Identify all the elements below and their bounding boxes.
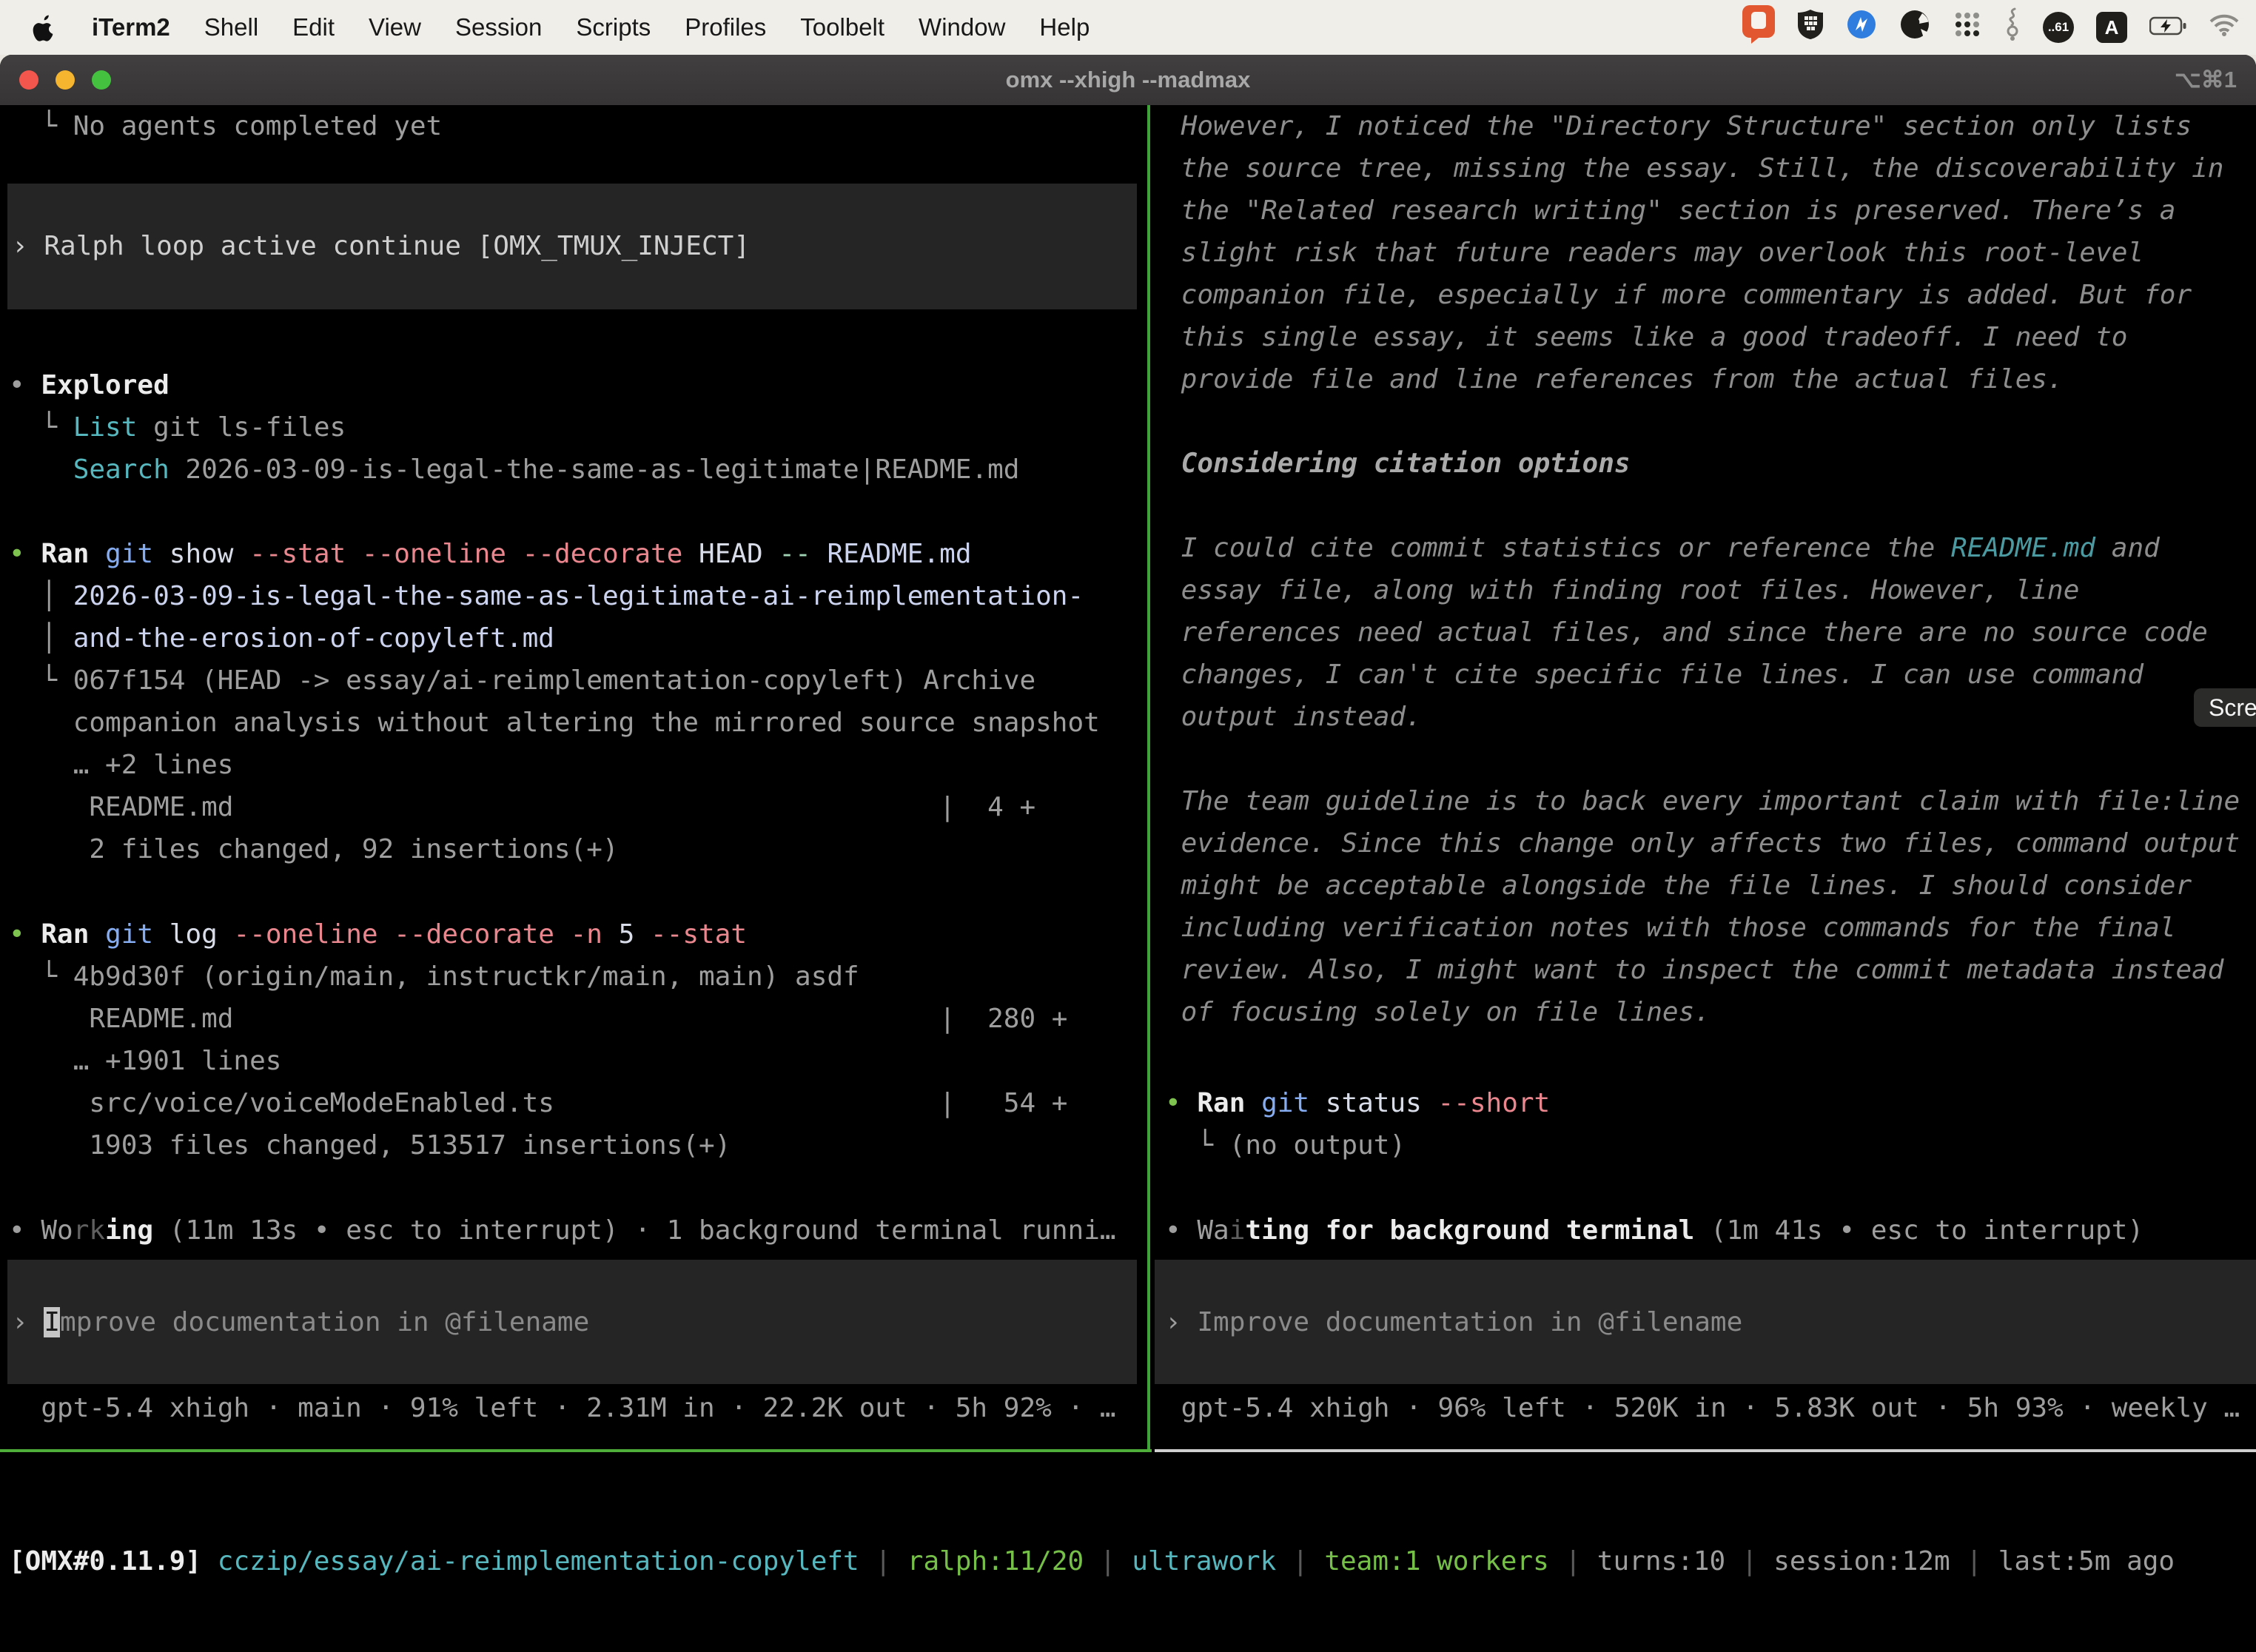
pie-circle-icon[interactable] — [1899, 9, 1930, 46]
terminal-line: references need actual files, and since … — [1165, 611, 2256, 654]
terminal-line: slight risk that future readers may over… — [1165, 232, 2256, 274]
no-agents-line: └ No agents completed yet — [0, 105, 1146, 147]
terminal-line: [OMX#0.11.9] cczip/essay/ai-reimplementa… — [9, 1540, 2256, 1582]
letter-a-badge-icon[interactable]: A — [2096, 12, 2127, 43]
terminal-line: The team guideline is to back every impo… — [1165, 780, 2256, 822]
terminal-line: 1903 files changed, 513517 insertions(+) — [9, 1124, 1146, 1166]
terminal-line: … +2 lines — [9, 744, 1146, 786]
apple-logo-icon[interactable] — [33, 13, 58, 42]
battery-icon[interactable] — [2149, 13, 2186, 41]
thinking-heading: Considering citation options — [1155, 443, 2256, 485]
terminal-line: • Ran git show --stat --oneline --decora… — [9, 533, 1146, 575]
terminal-line: • Ran git log --oneline --decorate -n 5 … — [9, 913, 1146, 956]
title-bar: omx --xhigh --madmax ⌥⌘1 — [0, 55, 2256, 105]
chat-bubble-icon[interactable] — [1742, 5, 1775, 50]
terminal-line: › Improve documentation in @filename — [12, 1301, 1137, 1343]
terminal-line: › Improve documentation in @filename — [1165, 1301, 2256, 1343]
terminal-line: └ List git ls-files — [9, 406, 1146, 449]
terminal-line: └ No agents completed yet — [9, 105, 1146, 147]
model-status-line-right: gpt-5.4 xhigh · 96% left · 520K in · 5.8… — [1155, 1387, 2256, 1429]
menu-status-icons: ..61 A — [1742, 5, 2240, 50]
working-status-line: • Working (11m 13s • esc to interrupt) ·… — [0, 1209, 1146, 1252]
blue-bolt-badge-icon[interactable] — [1846, 9, 1877, 46]
menu-item-session[interactable]: Session — [455, 13, 542, 41]
terminal-line: • Working (11m 13s • esc to interrupt) ·… — [9, 1209, 1146, 1252]
dots-grid-icon[interactable] — [1953, 10, 1982, 45]
terminal-line: README.md | 280 + — [9, 998, 1146, 1040]
squiggle-icon[interactable] — [2004, 7, 2021, 47]
terminal-line: • Explored — [9, 364, 1146, 406]
menu-item-edit[interactable]: Edit — [292, 13, 335, 41]
terminal-line: └ (no output) — [1165, 1124, 2256, 1166]
terminal-line: this single essay, it seems like a good … — [1165, 316, 2256, 358]
wifi-icon[interactable] — [2209, 13, 2240, 42]
terminal-line: └ 067f154 (HEAD -> essay/ai-reimplementa… — [9, 659, 1146, 702]
terminal-line: │ 2026-03-09-is-legal-the-same-as-legiti… — [9, 575, 1146, 617]
inactive-pane-border — [1155, 1449, 2256, 1452]
menu-item-view[interactable]: View — [369, 13, 421, 41]
pane-divider[interactable] — [1147, 105, 1150, 1451]
terminal-line: review. Also, I might want to inspect th… — [1165, 949, 2256, 991]
menu-items: iTerm2 Shell Edit View Session Scripts P… — [92, 13, 1090, 41]
left-terminal-pane: └ No agents completed yet › Ralph loop a… — [0, 105, 1146, 1451]
terminal-line: Search 2026-03-09-is-legal-the-same-as-l… — [9, 449, 1146, 491]
terminal-line: evidence. Since this change only affects… — [1165, 822, 2256, 864]
terminal-line: I could cite commit statistics or refere… — [1165, 527, 2256, 569]
menu-item-window[interactable]: Window — [919, 13, 1005, 41]
git-show-block: • Ran git show --stat --oneline --decora… — [0, 533, 1146, 870]
terminal-line: the source tree, missing the essay. Stil… — [1165, 147, 2256, 189]
terminal-line: companion analysis without altering the … — [9, 702, 1146, 744]
right-terminal-pane: However, I noticed the "Directory Struct… — [1155, 105, 2256, 1451]
terminal-line: └ 4b9d30f (origin/main, instructkr/main,… — [9, 956, 1146, 998]
terminal-line: • Ran git status --short — [1165, 1082, 2256, 1124]
git-status-block: • Ran git status --short └ (no output) — [1155, 1082, 2256, 1166]
terminal-line: changes, I can't cite specific file line… — [1165, 654, 2256, 696]
thinking-paragraph-1: However, I noticed the "Directory Struct… — [1155, 105, 2256, 400]
menu-item-help[interactable]: Help — [1039, 13, 1090, 41]
waiting-status-line: • Waiting for background terminal (1m 41… — [1155, 1209, 2256, 1252]
terminal-line: However, I noticed the "Directory Struct… — [1165, 105, 2256, 147]
terminal-line: › Ralph loop active continue [OMX_TMUX_I… — [12, 225, 1137, 267]
prompt-input-right[interactable]: › Improve documentation in @filename — [1155, 1260, 2256, 1384]
model-status-line-left: gpt-5.4 xhigh · main · 91% left · 2.31M … — [0, 1387, 1146, 1429]
thinking-paragraph-2: I could cite commit statistics or refere… — [1155, 527, 2256, 738]
terminal-line: companion file, especially if more comme… — [1165, 274, 2256, 316]
menu-item-profiles[interactable]: Profiles — [685, 13, 766, 41]
terminal-line: of focusing solely on file lines. — [1165, 991, 2256, 1033]
terminal-line: might be acceptable alongside the file l… — [1165, 864, 2256, 907]
terminal-line: including verification notes with those … — [1165, 907, 2256, 949]
screenshot-overlay-button[interactable]: Scre — [2194, 688, 2256, 727]
terminal-line: │ and-the-erosion-of-copyleft.md — [9, 617, 1146, 659]
terminal-line: src/voice/voiceModeEnabled.ts | 54 + — [9, 1082, 1146, 1124]
iterm2-window: omx --xhigh --madmax ⌥⌘1 └ No agents com… — [0, 55, 2256, 1652]
shield-grid-icon[interactable] — [1797, 9, 1824, 46]
menu-bar: iTerm2 Shell Edit View Session Scripts P… — [0, 0, 2256, 55]
prompt-input-left[interactable]: › Improve documentation in @filename — [7, 1260, 1137, 1384]
terminal-line: • Waiting for background terminal (1m 41… — [1165, 1209, 2256, 1252]
menu-item-toolbelt[interactable]: Toolbelt — [800, 13, 884, 41]
terminal-line: the "Related research writing" section i… — [1165, 189, 2256, 232]
count-badge-icon[interactable]: ..61 — [2043, 12, 2074, 43]
terminal-line: output instead. — [1165, 696, 2256, 738]
terminal-line: gpt-5.4 xhigh · main · 91% left · 2.31M … — [9, 1387, 1146, 1429]
terminal-line: provide file and line references from th… — [1165, 358, 2256, 400]
thinking-paragraph-3: The team guideline is to back every impo… — [1155, 780, 2256, 1033]
terminal-line: 2 files changed, 92 insertions(+) — [9, 828, 1146, 870]
menu-item-shell[interactable]: Shell — [204, 13, 258, 41]
ralph-loop-banner: › Ralph loop active continue [OMX_TMUX_I… — [7, 184, 1137, 309]
active-pane-border — [0, 1449, 1152, 1452]
explored-block: • Explored └ List git ls-files Search 20… — [0, 364, 1146, 491]
omx-session-status: [OMX#0.11.9] cczip/essay/ai-reimplementa… — [0, 1540, 2256, 1582]
window-title: omx --xhigh --madmax — [0, 55, 2256, 105]
terminal-line: Considering citation options — [1165, 443, 2256, 485]
terminal-line: … +1901 lines — [9, 1040, 1146, 1082]
menu-item-scripts[interactable]: Scripts — [576, 13, 651, 41]
terminal-line: essay file, along with finding root file… — [1165, 569, 2256, 611]
terminal-line: README.md | 4 + — [9, 786, 1146, 828]
terminal-line: gpt-5.4 xhigh · 96% left · 520K in · 5.8… — [1165, 1387, 2256, 1429]
terminal-area: └ No agents completed yet › Ralph loop a… — [0, 105, 2256, 1652]
window-shortcut-badge: ⌥⌘1 — [2175, 55, 2237, 105]
menu-app-name[interactable]: iTerm2 — [92, 13, 170, 41]
git-log-block: • Ran git log --oneline --decorate -n 5 … — [0, 913, 1146, 1166]
